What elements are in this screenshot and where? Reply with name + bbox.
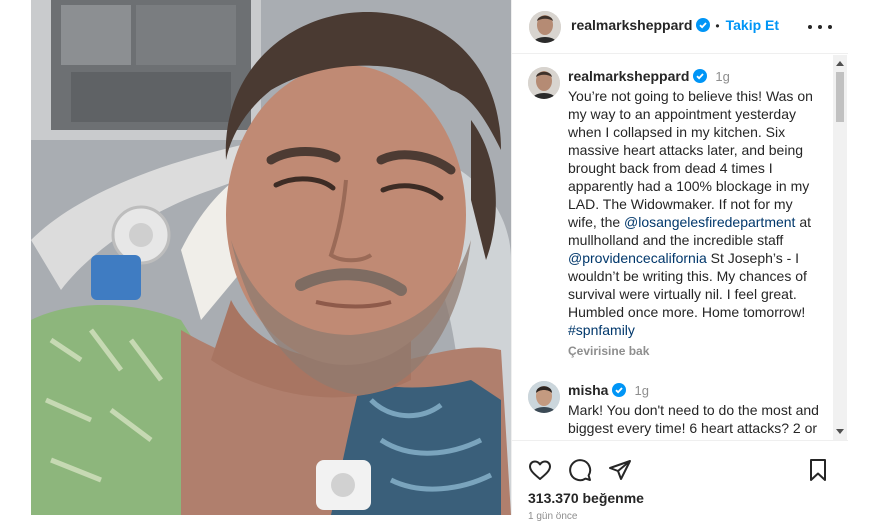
commenter-avatar[interactable] [528,381,560,413]
see-translation-link[interactable]: Çevirisine bak [568,343,820,359]
more-options-icon[interactable] [808,18,832,36]
post-side-panel: realmarksheppard • Takip Et realmarksheppa… [511,0,848,522]
caption-item: realmarksheppard 1g You’re not going to b… [512,55,832,359]
scrollbar-thumb[interactable] [836,72,844,122]
mention-link[interactable]: @providencecalifornia [568,250,707,266]
comment-icon[interactable] [568,458,592,482]
mention-link[interactable]: @losangelesfiredepartment [624,214,795,230]
post-photo[interactable] [31,0,511,515]
hashtag-link[interactable]: #spnfamily [568,322,635,338]
header-author-line: realmarksheppard • Takip Et [571,17,779,37]
caption-author[interactable]: realmarksheppard [568,68,689,84]
caption-text: You’re not going to believe this! Was on… [568,87,820,339]
share-icon[interactable] [608,458,632,482]
comment-author[interactable]: misha [568,382,608,398]
author-username[interactable]: realmarksheppard [571,17,692,33]
comments-list[interactable]: realmarksheppard 1g You’re not going to b… [512,55,832,440]
post-actions: 313.370 beğenme 1 gün önce [512,440,848,522]
likes-count[interactable]: 313.370 beğenme [528,490,644,506]
comment-item: misha 1g Mark! You don't need to do the m… [512,369,832,440]
follow-button[interactable]: Takip Et [726,17,779,33]
scroll-down-arrow-icon[interactable] [836,429,844,434]
author-avatar[interactable] [529,10,561,43]
scroll-up-arrow-icon[interactable] [836,61,844,66]
bookmark-icon[interactable] [806,458,830,482]
verified-badge-icon [612,383,627,401]
caption-header: realmarksheppard 1g [568,55,820,87]
hospital-selfie-image [31,0,511,515]
instagram-post: realmarksheppard • Takip Et realmarksheppa… [31,0,848,522]
comment-time[interactable]: 1g [634,383,648,398]
comment-text: Mark! You don't need to do the most and … [568,402,819,440]
caption-author-avatar[interactable] [528,67,560,99]
post-date[interactable]: 1 gün önce [528,511,578,522]
comment-header: misha 1g [568,369,820,401]
verified-badge-icon [693,69,708,87]
caption-text-part: You’re not going to believe this! Was on… [568,88,813,230]
post-header: realmarksheppard • Takip Et [512,0,848,54]
separator-dot: • [715,18,720,33]
comments-scrollbar[interactable] [833,55,847,440]
heart-icon[interactable] [528,458,552,482]
caption-time[interactable]: 1g [715,69,729,84]
verified-badge-icon [696,17,711,37]
action-icons [528,458,632,482]
